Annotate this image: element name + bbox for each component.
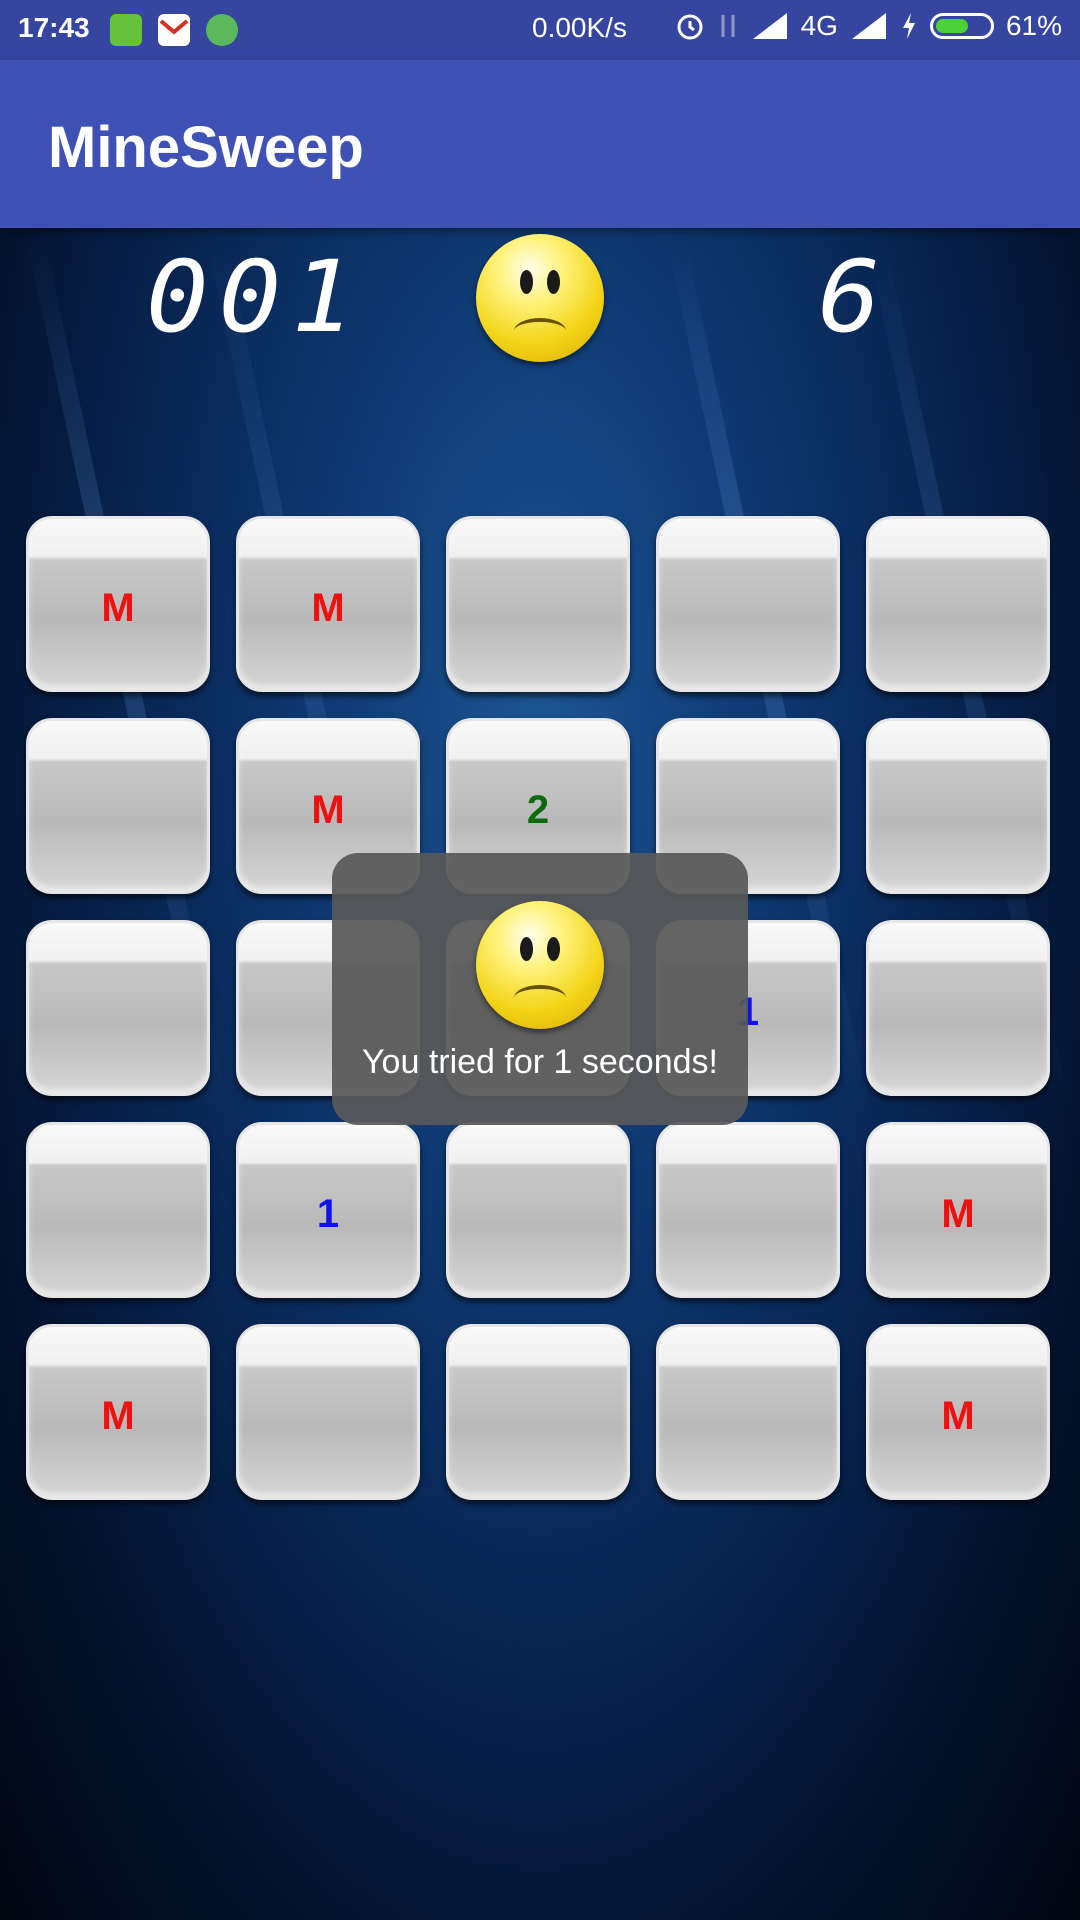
cell-label: 2 — [526, 787, 550, 832]
battery-fill — [935, 19, 968, 33]
cell-label: M — [101, 585, 135, 630]
board-cell[interactable]: M — [236, 516, 420, 692]
board-cell[interactable] — [236, 1324, 420, 1500]
app-bar: MineSweep — [0, 60, 1080, 228]
face-mouth — [514, 985, 566, 1011]
sad-face-icon[interactable] — [476, 234, 604, 362]
chat-app-icon — [206, 14, 238, 46]
board-cell[interactable] — [446, 516, 630, 692]
data-transfer-icon — [721, 15, 735, 37]
network-speed: 0.00K/s — [532, 12, 627, 43]
board-cell[interactable] — [866, 718, 1050, 894]
board-cell[interactable] — [656, 516, 840, 692]
board-cell[interactable] — [446, 1324, 630, 1500]
battery-percent: 61% — [1005, 10, 1062, 41]
sad-face-icon — [476, 901, 604, 1029]
board-cell[interactable] — [26, 1122, 210, 1298]
board-cell[interactable] — [656, 1324, 840, 1500]
face-eye — [520, 937, 533, 961]
cell-label: M — [311, 787, 345, 832]
board-cell[interactable] — [656, 1122, 840, 1298]
board-cell[interactable] — [26, 718, 210, 894]
cell-label: M — [941, 1191, 975, 1236]
cell-label: M — [311, 585, 345, 630]
face-eye — [520, 270, 533, 294]
status-bar: 17:43 0.00K/s 4G 61% — [0, 0, 1080, 60]
board-cell[interactable]: M — [866, 1324, 1050, 1500]
app-title: MineSweep — [48, 115, 364, 180]
board-cell[interactable]: M — [866, 1122, 1050, 1298]
board-cell[interactable] — [866, 516, 1050, 692]
mine-counter: 6 — [818, 239, 891, 355]
charging-icon — [902, 13, 915, 39]
toast-message: You tried for 1 seconds! — [362, 1043, 718, 1081]
signal-icon — [752, 13, 787, 39]
board-cell[interactable]: 1 — [236, 1122, 420, 1298]
board-cell[interactable] — [866, 920, 1050, 1096]
face-mouth — [514, 318, 566, 344]
battery-saver-icon — [110, 14, 142, 46]
board-cell[interactable]: M — [26, 516, 210, 692]
network-type: 4G — [800, 10, 838, 41]
alarm-icon — [677, 14, 703, 40]
board-cell[interactable] — [446, 1122, 630, 1298]
gmail-icon — [158, 14, 190, 46]
cell-label: M — [941, 1393, 975, 1438]
board-cell[interactable]: M — [26, 1324, 210, 1500]
face-eye — [547, 937, 560, 961]
cell-label: 1 — [316, 1191, 340, 1236]
cell-label: M — [101, 1393, 135, 1438]
timer-display: 001 — [146, 239, 364, 355]
game-over-toast: You tried for 1 seconds! — [332, 853, 748, 1125]
battery-icon — [929, 13, 994, 39]
face-eye — [547, 270, 560, 294]
minesweep-screen: 17:43 0.00K/s 4G 61% MineSweep 001 6 M M — [0, 0, 1080, 1920]
status-time: 17:43 — [18, 12, 90, 43]
board-cell[interactable] — [26, 920, 210, 1096]
signal-icon-2 — [851, 13, 886, 39]
